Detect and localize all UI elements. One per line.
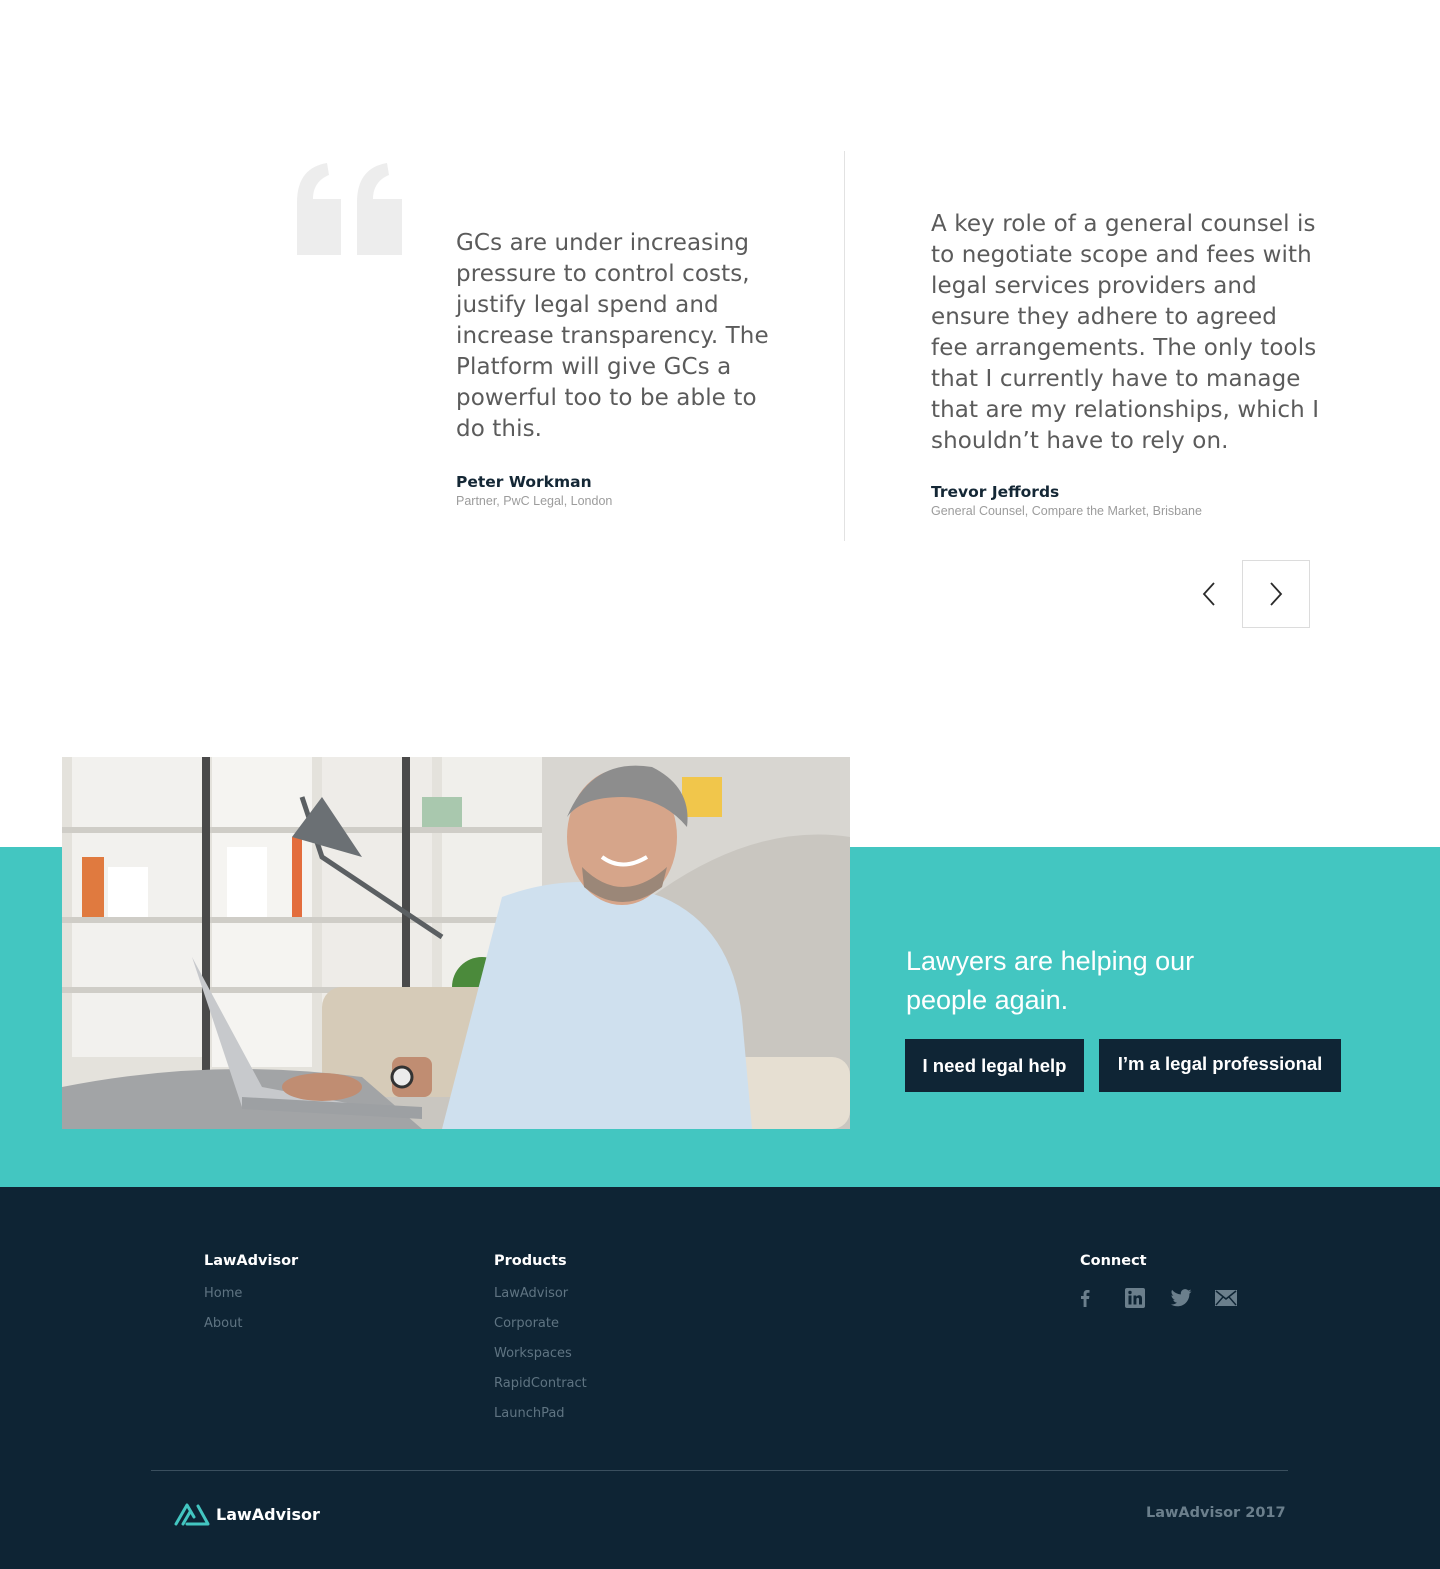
carousel-next-button[interactable] [1242,560,1310,628]
testimonial-author-name: Trevor Jeffords [931,483,1060,501]
testimonial-divider [844,151,845,541]
footer-divider [151,1470,1288,1471]
man-with-laptop-image [62,757,850,1129]
email-icon[interactable] [1215,1287,1260,1309]
footer-link-workspaces[interactable]: Workspaces [494,1347,587,1377]
quote-icon [297,163,402,255]
cta-photo [62,757,850,1129]
footer-column-title: LawAdvisor [204,1253,299,1269]
footer-column-title: Connect [1080,1253,1147,1269]
chevron-left-icon [1202,581,1215,606]
cta-heading: Lawyers are helping our people again. [906,946,1195,1015]
footer-link-about[interactable]: About [204,1317,298,1347]
chevron-right-icon [1270,582,1283,606]
testimonial-author-role: Partner, PwC Legal, London [456,494,613,508]
social-links [1080,1287,1260,1309]
footer-link-rapidcontract[interactable]: RapidContract [494,1377,587,1407]
footer-column-lawadvisor: LawAdvisor Home About [204,1253,298,1347]
legal-professional-button[interactable]: I’m a legal professional [1099,1039,1341,1092]
footer-link-lawadvisor[interactable]: LawAdvisor [494,1287,587,1317]
testimonial-author-role: General Counsel, Compare the Market, Bri… [931,504,1202,518]
carousel-prev-button[interactable] [1176,560,1242,627]
linkedin-icon[interactable] [1125,1287,1170,1309]
testimonial-quote: GCs are under increasing pressure to con… [456,230,769,442]
footer-column-title: Products [494,1253,567,1269]
footer-link-home[interactable]: Home [204,1287,298,1317]
footer-copyright: LawAdvisor 2017 [1146,1505,1286,1521]
need-legal-help-button[interactable]: I need legal help [905,1039,1084,1092]
footer-brand-name: LawAdvisor [216,1504,320,1524]
footer-column-products: Products LawAdvisor Corporate Workspaces… [494,1253,587,1437]
lawadvisor-logo-icon [174,1503,210,1526]
testimonial-card: A key role of a general counsel is to ne… [931,209,1321,518]
footer-column-connect: Connect [1080,1253,1260,1309]
testimonial-author-name: Peter Workman [456,473,592,491]
footer-link-corporate[interactable]: Corporate [494,1317,587,1347]
footer-link-launchpad[interactable]: LaunchPad [494,1407,587,1437]
testimonial-card: GCs are under increasing pressure to con… [456,228,786,508]
twitter-icon[interactable] [1170,1287,1215,1309]
testimonial-quote: A key role of a general counsel is to ne… [931,211,1320,454]
facebook-icon[interactable] [1080,1287,1125,1309]
footer-logo[interactable]: LawAdvisor [174,1502,320,1526]
